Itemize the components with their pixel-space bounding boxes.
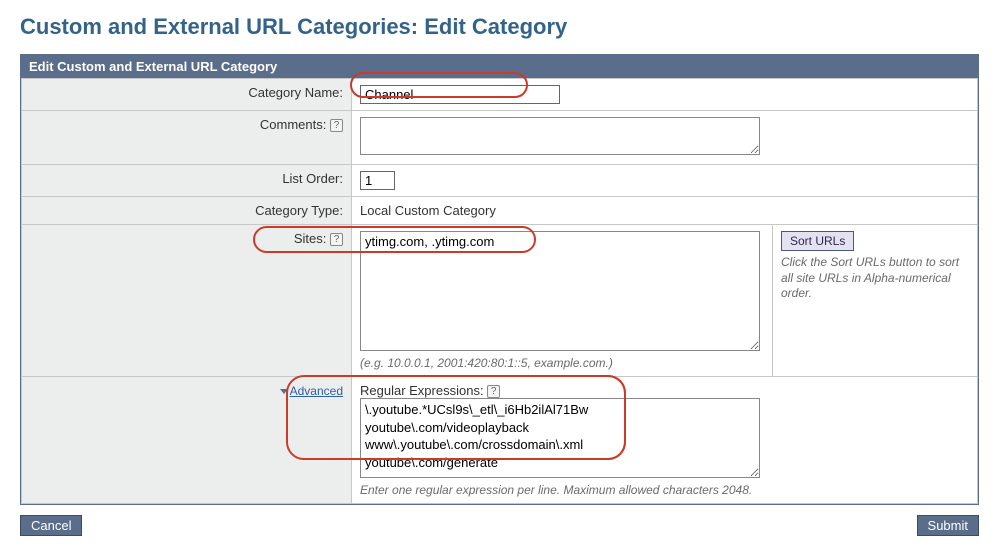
help-icon[interactable]: ?	[487, 385, 500, 398]
list-order-label: List Order:	[22, 165, 352, 197]
form-table: Category Name: Comments: ? List Order:	[21, 78, 978, 504]
edit-category-panel: Edit Custom and External URL Category Ca…	[20, 54, 979, 505]
sites-label-cell: Sites: ?	[22, 225, 352, 377]
sites-example-hint: (e.g. 10.0.0.1, 2001:420:80:1::5, exampl…	[360, 356, 764, 370]
sites-input[interactable]	[360, 231, 760, 351]
help-icon[interactable]: ?	[330, 119, 343, 132]
sort-urls-button[interactable]: Sort URLs	[781, 231, 854, 251]
category-type-label: Category Type:	[22, 197, 352, 225]
advanced-toggle[interactable]: Advanced	[290, 384, 343, 398]
regex-input[interactable]	[360, 398, 760, 478]
category-name-input[interactable]	[360, 85, 560, 104]
page-title: Custom and External URL Categories: Edit…	[20, 14, 979, 40]
cancel-button[interactable]: Cancel	[20, 515, 82, 536]
button-row: Cancel Submit	[20, 515, 979, 536]
help-icon[interactable]: ?	[330, 233, 343, 246]
category-type-value: Local Custom Category	[352, 197, 978, 225]
regex-label: Regular Expressions:	[360, 383, 484, 398]
panel-header: Edit Custom and External URL Category	[21, 55, 978, 78]
sites-label: Sites:	[294, 231, 327, 246]
sort-urls-hint: Click the Sort URLs button to sort all s…	[781, 255, 969, 302]
submit-button[interactable]: Submit	[917, 515, 979, 536]
comments-label: Comments: ?	[22, 111, 352, 165]
advanced-label-cell: Advanced	[22, 377, 352, 504]
category-name-label: Category Name:	[22, 79, 352, 111]
regex-hint: Enter one regular expression per line. M…	[360, 483, 969, 497]
list-order-input[interactable]	[360, 171, 395, 190]
chevron-down-icon	[280, 389, 288, 394]
comments-input[interactable]	[360, 117, 760, 155]
